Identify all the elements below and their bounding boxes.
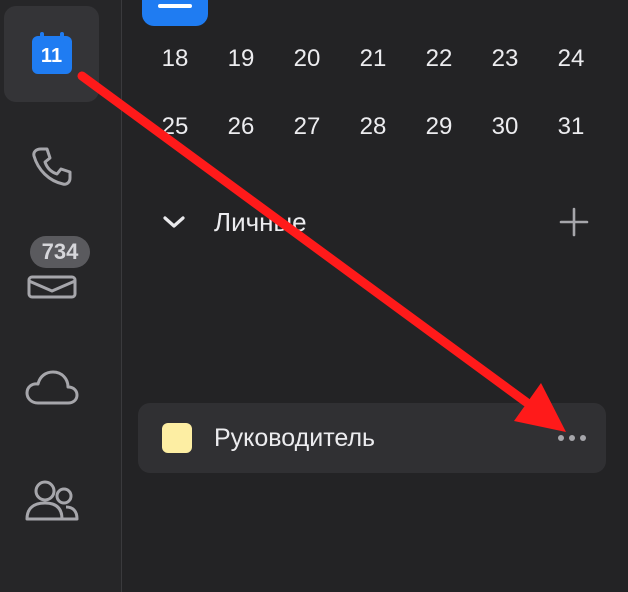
calendar-day[interactable]: 29 [406,113,472,141]
calendar-day[interactable]: 25 [142,113,208,141]
calendar-day[interactable]: 18 [142,45,208,73]
today-button[interactable] [142,0,208,26]
sidebar-item-cloud[interactable] [4,340,99,436]
today-indicator [158,4,192,8]
more-options-icon[interactable] [556,433,588,443]
calendar-name: Руководитель [214,423,376,452]
section-header-personal: Личные [160,200,590,244]
calendar-day[interactable]: 31 [538,113,604,141]
section-title: Личные [214,206,307,237]
sidebar-item-calls[interactable] [4,118,99,214]
calendar-day[interactable]: 23 [472,45,538,73]
calendar-week-row: 18 19 20 21 22 23 24 [142,45,608,73]
calendar-day[interactable]: 30 [472,113,538,141]
calendar-day[interactable]: 26 [208,113,274,141]
calendar-day[interactable]: 27 [274,113,340,141]
calendar-icon: 11 [29,31,75,77]
calendar-day[interactable]: 21 [340,45,406,73]
calendar-list-item[interactable]: Руководитель [138,403,606,473]
cloud-icon [25,370,78,405]
sidebar-item-calendar[interactable]: 11 [4,6,99,102]
mail-unread-badge: 734 [30,236,90,268]
calendar-day[interactable]: 22 [406,45,472,73]
sidebar: 11 [0,0,122,592]
calendar-day[interactable]: 24 [538,45,604,73]
calendar-day[interactable]: 19 [208,45,274,73]
calendar-day[interactable]: 20 [274,45,340,73]
calendar-day-number: 11 [40,45,63,67]
calendar-week-row: 25 26 27 28 29 30 31 [142,113,608,141]
calendar-day[interactable]: 28 [340,113,406,141]
phone-icon [31,147,71,186]
add-calendar-button[interactable] [558,206,590,238]
contacts-icon [25,480,78,521]
chevron-down-icon[interactable] [160,208,188,236]
calendar-color-swatch [162,423,192,453]
sidebar-item-contacts[interactable] [4,452,99,548]
